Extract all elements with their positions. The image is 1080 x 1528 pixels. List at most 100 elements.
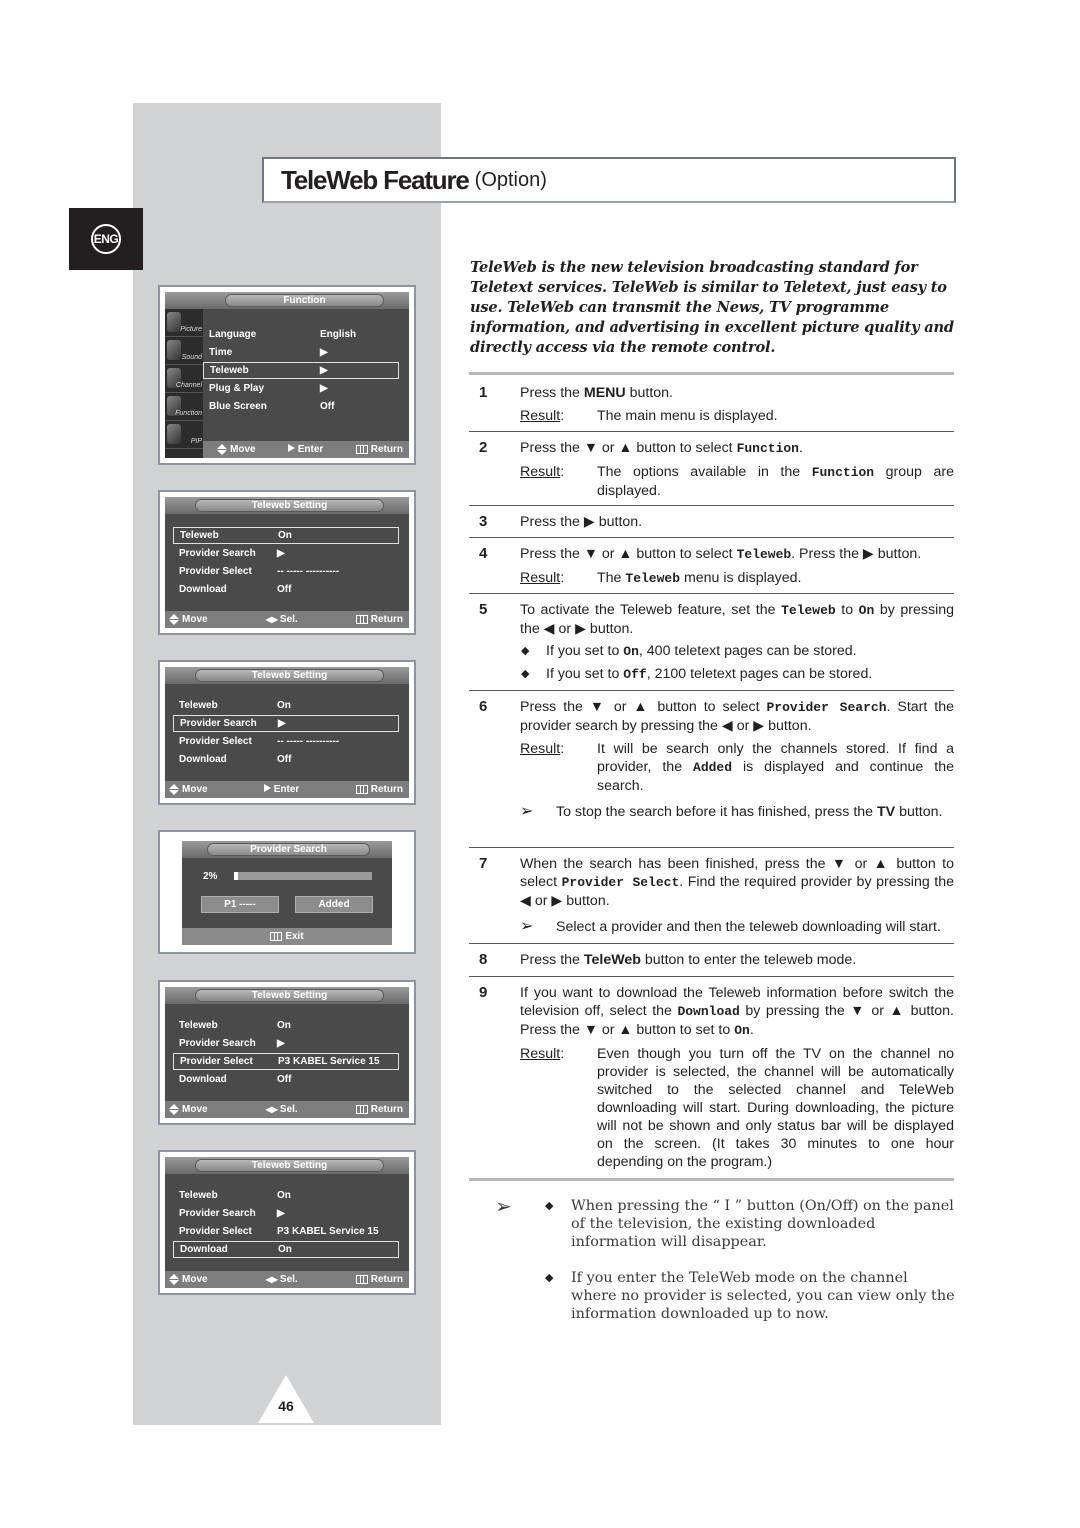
osd-row: Download Off bbox=[179, 584, 292, 595]
final-notes: ➢ ◆ When pressing the “ I ” button (On/Of… bbox=[495, 1194, 955, 1341]
osd-row: Download Off bbox=[179, 754, 292, 765]
osd-row: Time ▶ bbox=[209, 347, 328, 358]
step-9: 9 If you want to download the Teleweb in… bbox=[479, 984, 954, 1170]
osd-row: Provider Select -- ----- ---------- bbox=[179, 736, 340, 747]
osd-row-selected: Download On bbox=[173, 1241, 399, 1258]
osd-footer: Move Enter Return bbox=[165, 781, 409, 798]
osd-footer: Exit bbox=[182, 928, 392, 945]
exit-icon bbox=[270, 932, 283, 941]
osd-row: Provider Select P3 KABEL Service 15 bbox=[179, 1226, 379, 1237]
step-1: 1 Press the MENU button. Result: The main… bbox=[479, 384, 778, 424]
osd-title: Teleweb Setting bbox=[195, 1159, 384, 1172]
step-4: 4 Press the ▼ or ▲ button to select Tele… bbox=[479, 545, 922, 586]
osd-footer: Move ◀▶ Sel. Return bbox=[165, 611, 409, 628]
divider bbox=[469, 372, 954, 375]
osd-header: Teleweb Setting bbox=[165, 1157, 409, 1174]
step-5: 5 To activate the Teleweb feature, set t… bbox=[479, 601, 955, 682]
note-item: ◆ If you enter the TeleWeb mode on the ch… bbox=[545, 1270, 955, 1322]
note-item: ◆ When pressing the “ I ” button (On/Off)… bbox=[545, 1198, 954, 1250]
diamond-icon: ◆ bbox=[545, 1271, 554, 1284]
provider-box: P1 ----- bbox=[201, 896, 279, 913]
search-progress-bar bbox=[234, 872, 372, 880]
osd-row: Provider Select -- ----- ---------- bbox=[179, 566, 340, 577]
osd-teleweb-setting: Teleweb Setting Teleweb On Provider Search… bbox=[158, 490, 416, 635]
eng-icon: ENG bbox=[91, 224, 121, 254]
move-icon bbox=[169, 1273, 179, 1285]
step-8: 8 Press the TeleWeb button to enter the … bbox=[479, 951, 857, 968]
divider bbox=[469, 943, 954, 944]
page-title-option: (Option) bbox=[474, 168, 547, 191]
osd-row: Teleweb On bbox=[179, 1020, 291, 1031]
divider bbox=[469, 593, 954, 594]
step-2: 2 Press the ▼ or ▲ button to select Func… bbox=[479, 439, 954, 499]
diamond-icon: ◆ bbox=[521, 668, 530, 680]
arrow-note-icon: ➢ bbox=[520, 918, 534, 935]
osd-teleweb-setting: Teleweb Setting Teleweb On Provider Search… bbox=[158, 660, 416, 805]
progress-fill bbox=[234, 872, 239, 880]
left-right-icon: ◀▶ bbox=[265, 1275, 278, 1284]
page-title: TeleWeb Feature bbox=[281, 164, 470, 195]
osd-row-selected: Teleweb ▶ bbox=[203, 362, 399, 379]
move-icon bbox=[169, 613, 179, 625]
side-item-pip: PIP bbox=[165, 421, 203, 449]
return-icon bbox=[355, 1104, 368, 1114]
osd-row-selected: Provider Search ▶ bbox=[173, 715, 399, 732]
page-number: 46 bbox=[278, 1398, 294, 1414]
osd-function-menu: Function Picture Sound Channel Function … bbox=[158, 285, 416, 465]
side-item-channel: Channel bbox=[165, 365, 203, 393]
intro-paragraph: TeleWeb is the new television broadcasti… bbox=[470, 259, 954, 356]
left-right-icon: ◀▶ bbox=[265, 1105, 278, 1114]
step-6: 6 Press the ▼ or ▲ button to select Prov… bbox=[479, 698, 954, 820]
divider bbox=[469, 690, 954, 691]
osd-row: Download Off bbox=[179, 1074, 292, 1085]
osd-header: Teleweb Setting bbox=[165, 667, 409, 684]
move-icon bbox=[217, 443, 227, 455]
osd-title: Teleweb Setting bbox=[195, 499, 384, 512]
return-icon bbox=[355, 1274, 368, 1284]
move-icon bbox=[169, 1103, 179, 1115]
divider bbox=[469, 431, 954, 432]
osd-header: Teleweb Setting bbox=[165, 987, 409, 1004]
divider bbox=[469, 505, 954, 506]
divider bbox=[469, 1178, 954, 1181]
osd-row: Provider Search ▶ bbox=[179, 548, 285, 559]
osd-teleweb-setting: Teleweb Setting Teleweb On Provider Search… bbox=[158, 980, 416, 1125]
pip-icon bbox=[167, 424, 181, 444]
enter-icon bbox=[263, 784, 271, 792]
osd-row: Plug & Play ▶ bbox=[209, 383, 328, 394]
page-title-box: TeleWeb Feature (Option) bbox=[262, 157, 956, 203]
osd-row: Blue Screen Off bbox=[209, 401, 335, 412]
osd-provider-search: Provider Search 2% P1 ----- Added Exit bbox=[158, 830, 416, 954]
step-3: 3 Press the ▶ button. bbox=[479, 513, 643, 530]
arrow-note-icon: ➢ bbox=[520, 803, 534, 820]
osd-row: Provider Search ▶ bbox=[179, 1038, 285, 1049]
osd-title: Provider Search bbox=[207, 843, 370, 856]
osd-row: Provider Search ▶ bbox=[179, 1208, 285, 1219]
left-right-icon: ◀▶ bbox=[265, 615, 278, 624]
side-item-sound: Sound bbox=[165, 337, 203, 365]
osd-title: Teleweb Setting bbox=[195, 669, 384, 682]
return-icon bbox=[355, 444, 368, 454]
osd-footer: Move ◀▶ Sel. Return bbox=[165, 1271, 409, 1288]
arrow-note-icon: ➢ bbox=[495, 1194, 512, 1218]
sound-icon bbox=[167, 340, 181, 360]
osd-row: Language English bbox=[209, 329, 357, 340]
diamond-icon: ◆ bbox=[521, 645, 530, 657]
added-box: Added bbox=[295, 896, 373, 913]
return-icon bbox=[355, 614, 368, 624]
divider bbox=[469, 537, 954, 538]
osd-row-selected: Teleweb On bbox=[173, 527, 399, 544]
osd-teleweb-setting: Teleweb Setting Teleweb On Provider Search… bbox=[158, 1150, 416, 1295]
osd-footer: Move Enter Return bbox=[203, 441, 409, 458]
diamond-icon: ◆ bbox=[545, 1199, 554, 1212]
osd-header: Provider Search bbox=[182, 841, 392, 858]
osd-header: Teleweb Setting bbox=[165, 497, 409, 514]
divider bbox=[469, 847, 954, 848]
picture-icon bbox=[167, 312, 181, 332]
osd-row: Teleweb On bbox=[179, 1190, 291, 1201]
osd-footer: Move ◀▶ Sel. Return bbox=[165, 1101, 409, 1118]
progress-percent: 2% bbox=[203, 871, 218, 882]
osd-header: Function bbox=[165, 292, 409, 309]
osd-side-menu: Picture Sound Channel Function PIP bbox=[165, 309, 203, 458]
osd-title: Function bbox=[225, 294, 384, 307]
